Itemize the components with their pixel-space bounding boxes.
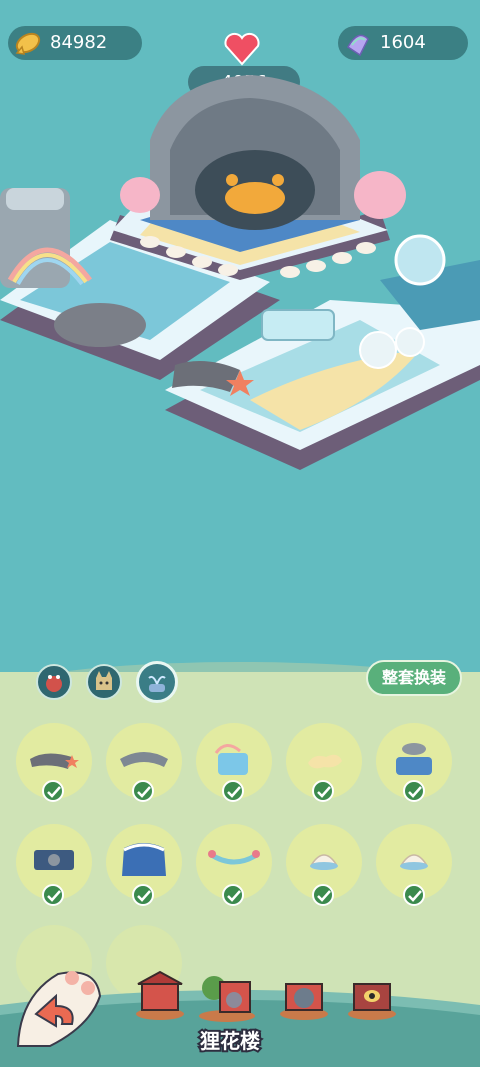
equipped-check-icon: [403, 780, 425, 802]
full-outfit-label: 整套换装: [381, 668, 446, 687]
equipped-check-icon: [222, 884, 244, 906]
tab-crab-theme[interactable]: [36, 664, 72, 700]
gray-cat-house-icon[interactable]: [276, 966, 332, 1022]
shark-stage[interactable]: [110, 75, 406, 280]
eye-temple-icon[interactable]: [344, 966, 400, 1022]
tab-fountain-theme[interactable]: [136, 661, 178, 703]
tab-cat-theme[interactable]: [86, 664, 122, 700]
back-paw-button[interactable]: [10, 956, 106, 1052]
tree-house-icon[interactable]: [196, 962, 258, 1024]
crab-theme-icon: [46, 675, 62, 692]
equipped-check-icon: [403, 884, 425, 906]
equipped-check-icon: [132, 884, 154, 906]
equipped-check-icon: [42, 780, 64, 802]
equipped-check-icon: [312, 884, 334, 906]
island-scene[interactable]: [0, 20, 480, 490]
equipped-check-icon: [312, 780, 334, 802]
red-pavilion-icon[interactable]: [132, 966, 188, 1022]
fountain-theme-icon: [148, 675, 166, 692]
equipped-check-icon: [222, 780, 244, 802]
full-outfit-button[interactable]: 整套换装: [366, 660, 462, 696]
equipped-check-icon: [132, 780, 154, 802]
selected-building-label: 狸花楼: [198, 1027, 262, 1055]
cat-theme-icon: [96, 671, 112, 690]
equipped-check-icon: [42, 884, 64, 906]
